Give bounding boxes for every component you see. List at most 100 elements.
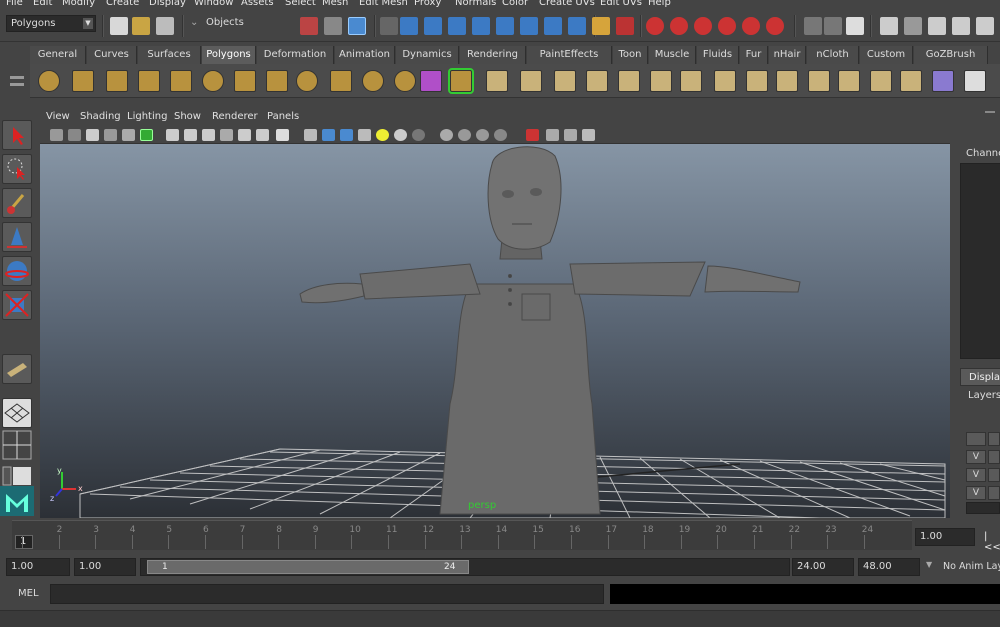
xray-icon[interactable] xyxy=(458,129,471,141)
snap-curve-icon[interactable] xyxy=(670,17,688,35)
shelf-tab-dynamics[interactable]: Dynamics xyxy=(396,46,459,64)
smooth-icon[interactable] xyxy=(448,68,474,94)
four-view-layout-button[interactable] xyxy=(2,430,32,462)
poly-sphere-icon[interactable] xyxy=(38,70,60,92)
magnet-icon[interactable] xyxy=(766,17,784,35)
shelf-tab-general[interactable]: General xyxy=(30,46,86,64)
mel-label[interactable]: MEL xyxy=(18,588,39,599)
quadrangulate-icon[interactable] xyxy=(870,70,892,92)
menu-file[interactable]: File xyxy=(6,0,23,8)
field-chart-icon[interactable] xyxy=(238,129,251,141)
menu-select[interactable]: Select xyxy=(285,0,316,8)
shelf-tab-polygons[interactable]: Polygons xyxy=(202,46,256,64)
shelf-tab-rendering[interactable]: Rendering xyxy=(460,46,526,64)
menu-mesh[interactable]: Mesh xyxy=(322,0,348,8)
select-camera-icon[interactable] xyxy=(50,129,63,141)
grid-toggle-icon[interactable] xyxy=(166,129,179,141)
menu-proxy[interactable]: Proxy xyxy=(414,0,441,8)
viewport-menu-renderer[interactable]: Renderer xyxy=(212,111,258,122)
bevel-icon[interactable] xyxy=(746,70,768,92)
select-hierarchy-icon[interactable] xyxy=(300,17,318,35)
select-tool-button[interactable] xyxy=(2,120,32,150)
menu-assets[interactable]: Assets xyxy=(241,0,274,8)
append-polygon-icon[interactable] xyxy=(586,70,608,92)
menu-set-dropdown[interactable]: Polygons ▼ xyxy=(6,15,96,32)
highlight-selection-icon[interactable] xyxy=(616,17,634,35)
poly-torus-icon[interactable] xyxy=(202,70,224,92)
shelf-tab-nhair[interactable]: nHair xyxy=(769,46,806,64)
planar-mapping-icon[interactable] xyxy=(932,70,954,92)
scale-tool-button[interactable] xyxy=(2,290,32,320)
menu-edit[interactable]: Edit xyxy=(33,0,52,8)
save-scene-icon[interactable] xyxy=(156,17,174,35)
go-to-start-button[interactable]: |<< xyxy=(984,531,1000,553)
isolate-select-icon[interactable] xyxy=(440,129,453,141)
viewport-menu-panels[interactable]: Panels xyxy=(267,111,299,122)
triangulate-icon[interactable] xyxy=(838,70,860,92)
poly-cone-icon[interactable] xyxy=(138,70,160,92)
shelf-tab-surfaces[interactable]: Surfaces xyxy=(138,46,201,64)
shelf-tab-painteffects[interactable]: PaintEffects xyxy=(527,46,612,64)
menu-window[interactable]: Window xyxy=(194,0,233,8)
shelf-tab-muscle[interactable]: Muscle xyxy=(649,46,696,64)
shelf-tab-custom[interactable]: Custom xyxy=(860,46,913,64)
bridge-icon[interactable] xyxy=(554,70,576,92)
chevron-down-icon[interactable]: ▼ xyxy=(926,560,932,569)
layer-type-toggle[interactable] xyxy=(988,486,1000,500)
shelf-menu-icon[interactable] xyxy=(10,76,24,79)
single-perspective-layout-button[interactable] xyxy=(2,398,32,428)
xray-active-components-icon[interactable] xyxy=(494,129,507,141)
render-view-icon[interactable] xyxy=(880,17,898,35)
pick-handles-icon[interactable] xyxy=(400,17,418,35)
shelf-tab-menu-icon[interactable] xyxy=(10,83,24,86)
viewport-menu-view[interactable]: View xyxy=(46,111,70,122)
layer-visibility-header[interactable] xyxy=(966,432,986,446)
mirror-geometry-icon[interactable] xyxy=(520,70,542,92)
snap-view-plane-icon[interactable] xyxy=(718,17,736,35)
wireframe-on-shaded-icon[interactable] xyxy=(340,129,353,141)
pick-deformations-icon[interactable] xyxy=(496,17,514,35)
last-used-tool-button[interactable] xyxy=(2,354,32,384)
snap-point-icon[interactable] xyxy=(694,17,712,35)
shelf-tab-toon[interactable]: Toon xyxy=(613,46,648,64)
playback-end-field[interactable]: 24.00 xyxy=(792,558,854,576)
layer-editor-display-tab[interactable]: Display xyxy=(960,368,1000,386)
command-input[interactable] xyxy=(50,584,604,604)
ipr-render-icon[interactable] xyxy=(928,17,946,35)
layer-type-toggle[interactable] xyxy=(988,468,1000,482)
output-connections-icon[interactable] xyxy=(824,17,842,35)
layer-type-toggle[interactable] xyxy=(988,450,1000,464)
pick-joints-icon[interactable] xyxy=(424,17,442,35)
layer-visibility-toggle[interactable]: V xyxy=(966,468,986,482)
smooth-shade-icon[interactable] xyxy=(322,129,335,141)
range-slider-bar[interactable]: 1 24 xyxy=(147,560,469,574)
extract-icon[interactable] xyxy=(486,70,508,92)
bookmarks-icon[interactable] xyxy=(86,129,99,141)
shelf-tab-curves[interactable]: Curves xyxy=(87,46,137,64)
safe-title-icon[interactable] xyxy=(276,129,289,141)
viewport-menu-show[interactable]: Show xyxy=(174,111,201,122)
perspective-viewport[interactable]: y x z persp xyxy=(40,144,950,518)
input-connections-icon[interactable] xyxy=(804,17,822,35)
panel-grip[interactable] xyxy=(985,111,995,113)
platonic-icon[interactable] xyxy=(420,70,442,92)
shelf-tab-animation[interactable]: Animation xyxy=(335,46,395,64)
anti-aliasing-icon[interactable] xyxy=(582,129,595,141)
resolution-gate-icon[interactable] xyxy=(202,129,215,141)
shelf-tab-ncloth[interactable]: nCloth xyxy=(807,46,859,64)
shelf-tab-gozbrush[interactable]: GoZBrush xyxy=(914,46,988,64)
grease-pencil-icon[interactable] xyxy=(140,129,153,141)
menu-normals[interactable]: Normals xyxy=(455,0,496,8)
combine-icon[interactable] xyxy=(362,70,384,92)
poly-pipe-icon[interactable] xyxy=(266,70,288,92)
outliner-layout-button[interactable] xyxy=(2,466,32,486)
pick-rendering-icon[interactable] xyxy=(544,17,562,35)
channel-box[interactable] xyxy=(960,163,1000,359)
pick-surfaces-icon[interactable] xyxy=(472,17,490,35)
menu-color[interactable]: Color xyxy=(502,0,528,8)
extrude-edge-icon[interactable] xyxy=(650,70,672,92)
menu-edit-mesh[interactable]: Edit Mesh xyxy=(359,0,408,8)
render-current-frame-icon[interactable] xyxy=(904,17,922,35)
select-tool-icon[interactable] xyxy=(526,129,539,141)
construction-history-icon[interactable] xyxy=(846,17,864,35)
